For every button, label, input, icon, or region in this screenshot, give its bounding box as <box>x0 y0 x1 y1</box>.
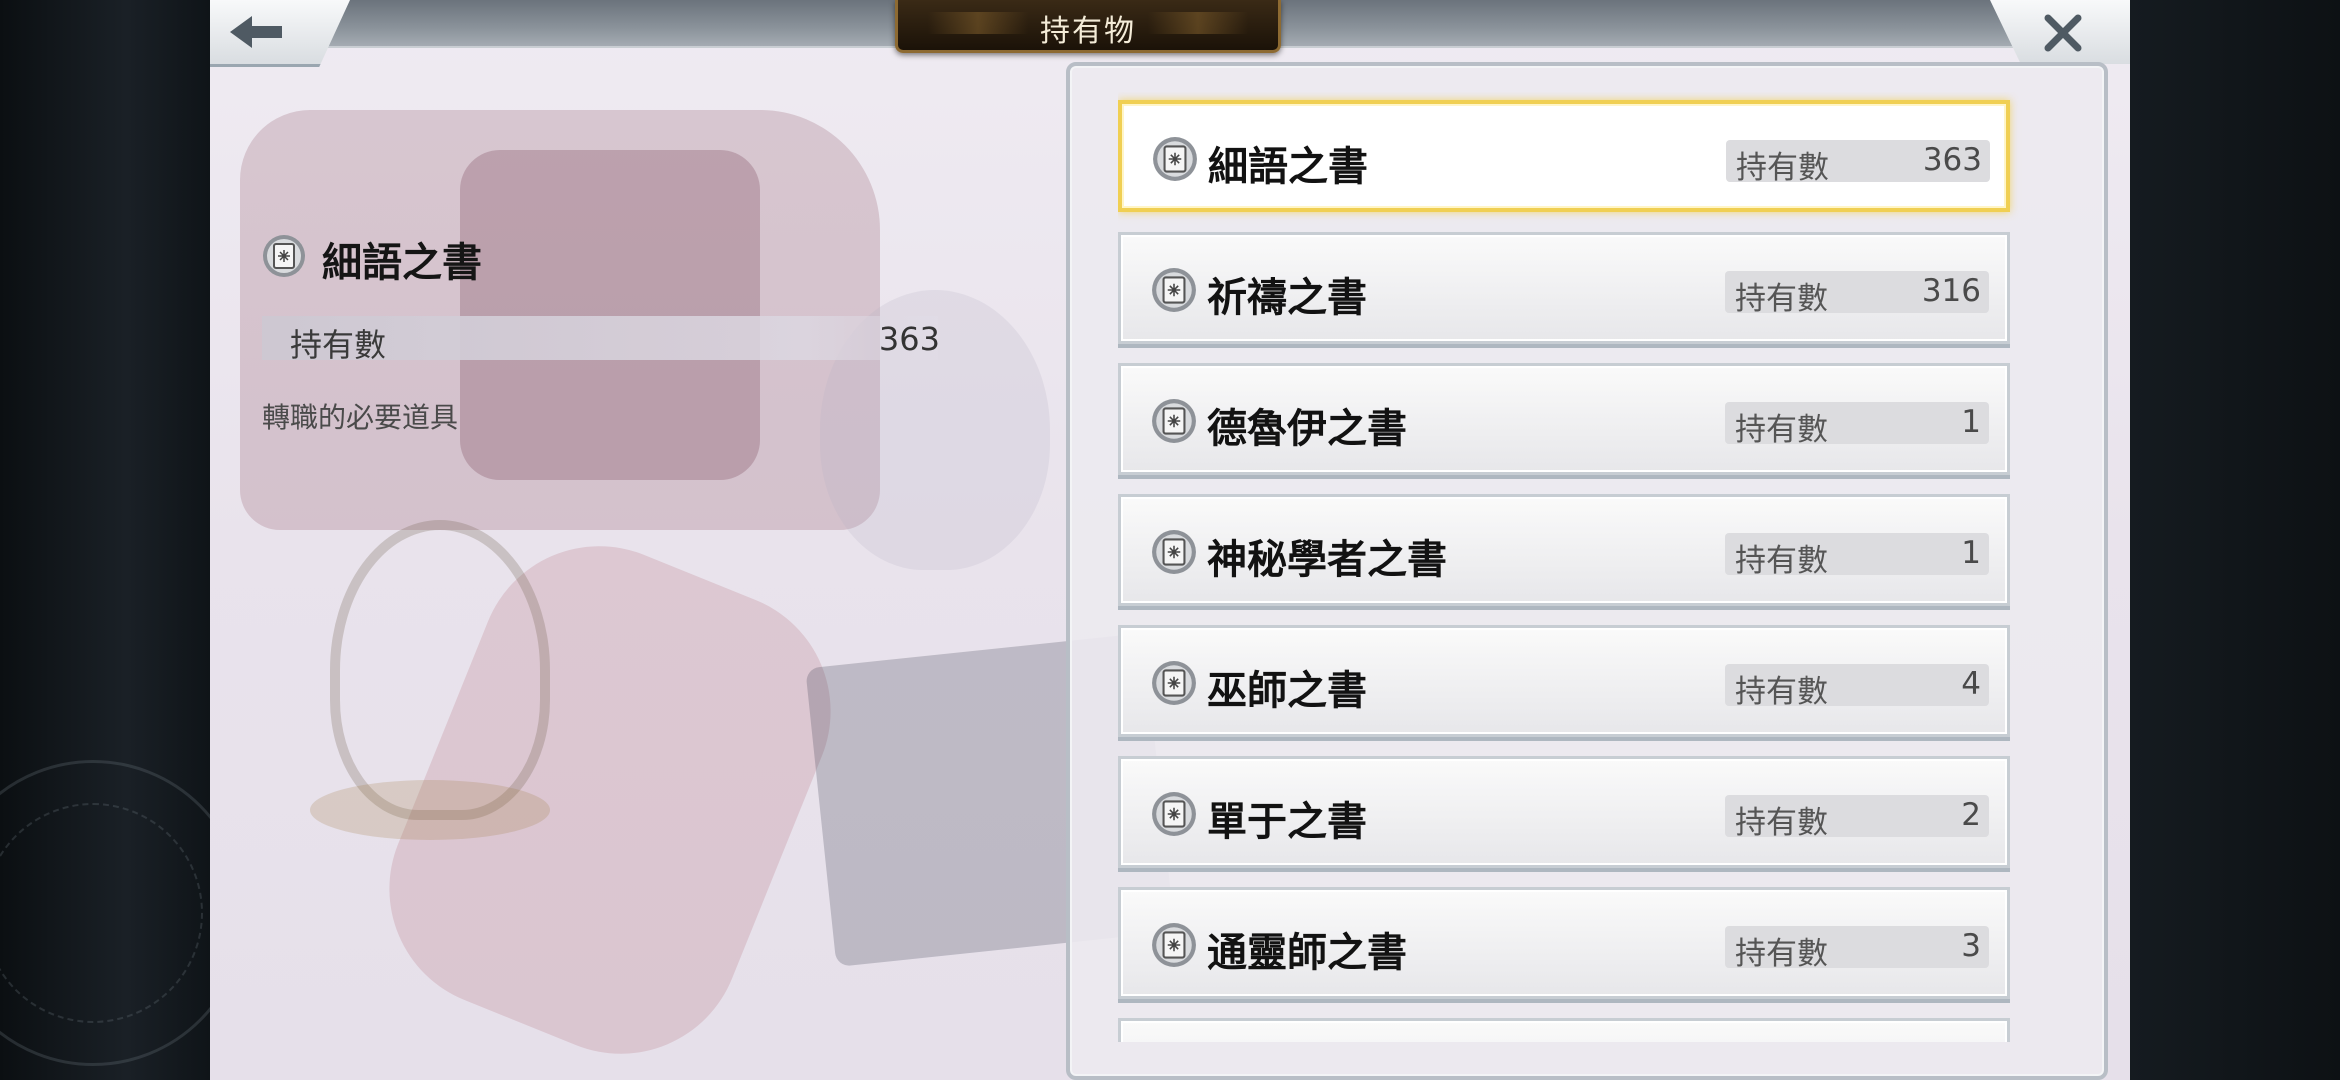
list-item[interactable]: 細語之書 持有數 363 <box>1118 100 2010 212</box>
item-count-value: 1 <box>1961 535 1981 571</box>
bag-flap-illustration <box>460 150 760 480</box>
item-count-value: 316 <box>1921 273 1981 309</box>
book-icon <box>1152 530 1196 574</box>
item-count-label: 持有數 <box>1735 543 1828 579</box>
detail-description: 轉職的必要道具 <box>262 401 459 434</box>
list-item[interactable]: 通靈師之書 持有數 3 <box>1118 887 2010 999</box>
item-list[interactable]: 細語之書 持有數 363 祈禱之書 持有數 316 德魯伊之書 持有數 1 神秘… <box>1118 92 2122 1042</box>
lantern-illustration <box>330 520 550 820</box>
list-item[interactable]: 巫師之書 持有數 4 <box>1118 625 2010 737</box>
page-title: 持有物 <box>1040 14 1136 49</box>
back-button[interactable] <box>210 0 350 67</box>
item-count-label: 持有數 <box>1735 674 1828 710</box>
close-icon <box>2044 14 2082 52</box>
item-name: 德魯伊之書 <box>1207 405 1407 452</box>
item-count-value: 4 <box>1961 666 1981 702</box>
item-count-label: 持有數 <box>1735 936 1828 972</box>
arrow-left-icon <box>230 16 282 48</box>
list-item[interactable]: 祈禱之書 持有數 316 <box>1118 232 2010 344</box>
list-item[interactable]: 單于之書 持有數 2 <box>1118 756 2010 868</box>
item-count-label: 持有數 <box>1735 281 1828 317</box>
book-icon <box>263 235 305 277</box>
book-icon <box>1153 137 1197 181</box>
list-item-partial[interactable] <box>1118 1018 2010 1042</box>
item-count-value: 1 <box>1961 404 1981 440</box>
item-name: 祈禱之書 <box>1207 274 1367 321</box>
title-plate: 持有物 <box>895 0 1281 53</box>
right-background <box>2130 0 2340 1080</box>
item-name: 單于之書 <box>1207 798 1367 845</box>
detail-item-name: 細語之書 <box>322 239 482 286</box>
list-item[interactable]: 神秘學者之書 持有數 1 <box>1118 494 2010 606</box>
book-icon <box>1152 399 1196 443</box>
item-name: 神秘學者之書 <box>1207 536 1447 583</box>
book-icon <box>1152 661 1196 705</box>
inventory-panel: 持有物 細語之書 持有數 363 轉職的必要道具 細語之書 持有數 363 祈禱… <box>210 0 2130 1080</box>
item-count-label: 持有數 <box>1736 150 1829 186</box>
lantern-base-illustration <box>310 780 550 840</box>
book-icon <box>1152 792 1196 836</box>
item-count-value: 3 <box>1961 928 1981 964</box>
item-name: 通靈師之書 <box>1207 929 1407 976</box>
book-icon <box>1152 268 1196 312</box>
item-name: 巫師之書 <box>1207 667 1367 714</box>
item-count-value: 2 <box>1961 797 1981 833</box>
detail-count-value: 363 <box>878 320 940 358</box>
left-background <box>0 0 246 1080</box>
item-count-label: 持有數 <box>1735 412 1828 448</box>
item-name: 細語之書 <box>1208 143 1368 190</box>
book-icon <box>1152 923 1196 967</box>
close-button[interactable] <box>1990 0 2130 64</box>
detail-count-label: 持有數 <box>290 326 387 364</box>
item-count-label: 持有數 <box>1735 805 1828 841</box>
item-count-value: 363 <box>1922 142 1982 178</box>
list-item[interactable]: 德魯伊之書 持有數 1 <box>1118 363 2010 475</box>
